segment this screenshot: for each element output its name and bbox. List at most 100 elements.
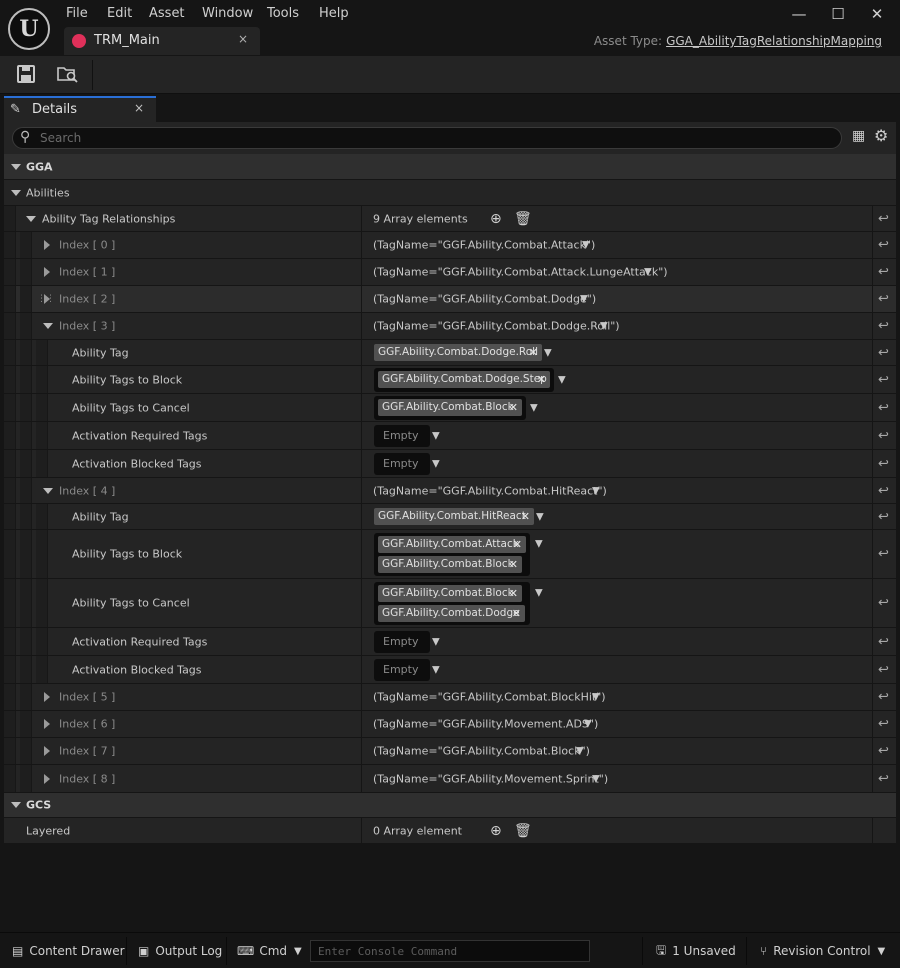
reset-icon[interactable]: ↩ (878, 744, 889, 759)
maximize-button[interactable]: ☐ (823, 4, 853, 24)
reset-icon[interactable]: ↩ (878, 717, 889, 732)
gameplay-tag-chip[interactable]: GGF.Ability.Combat.Dodge.Roll ✕ (374, 344, 542, 361)
expand-arrow-icon[interactable] (44, 692, 50, 702)
chevron-down-icon[interactable]: ▼ (535, 539, 543, 550)
expand-arrow-icon[interactable] (44, 294, 50, 304)
remove-tag-icon[interactable]: ✕ (509, 585, 518, 602)
expand-arrow-icon[interactable] (44, 240, 50, 250)
close-tab-icon[interactable]: × (238, 32, 248, 46)
close-window-button[interactable]: ✕ (862, 4, 892, 24)
reset-icon[interactable]: ↩ (878, 211, 889, 226)
gameplay-tag-chip[interactable]: GGF.Ability.Combat.Dodge ✕ (378, 605, 525, 622)
search-box[interactable]: ⚲ (12, 127, 842, 149)
chevron-down-icon[interactable]: ▼ (558, 374, 566, 385)
chevron-down-icon[interactable]: ▼ (584, 719, 592, 730)
tab-details[interactable]: ✎ Details × (4, 96, 156, 122)
gear-icon[interactable]: ⚙ (874, 126, 888, 145)
expand-arrow-icon[interactable] (11, 163, 21, 170)
menu-asset[interactable]: Asset (149, 6, 185, 21)
gameplay-tag-chip[interactable]: GGF.Ability.Combat.HitReact ✕ (374, 508, 534, 525)
chevron-down-icon[interactable]: ▼ (544, 347, 552, 358)
empty-tag-container[interactable]: Empty (374, 453, 430, 475)
reset-icon[interactable]: ↩ (878, 345, 889, 360)
content-drawer-button[interactable]: ▤ Content Drawer (12, 933, 125, 968)
chevron-down-icon[interactable]: ▼ (580, 294, 588, 305)
category-gga[interactable]: GGA (4, 154, 896, 180)
remove-tag-icon[interactable]: ✕ (537, 371, 546, 388)
menu-help[interactable]: Help (319, 6, 349, 21)
reset-icon[interactable]: ↩ (878, 662, 889, 677)
chevron-down-icon[interactable]: ▼ (600, 321, 608, 332)
menu-edit[interactable]: Edit (107, 6, 132, 21)
remove-tag-icon[interactable]: ✕ (509, 556, 518, 573)
add-element-icon[interactable]: ⊕ (490, 823, 502, 839)
document-tab[interactable]: TRM_Main × (64, 27, 260, 55)
expand-arrow-icon[interactable] (43, 323, 53, 329)
remove-tag-icon[interactable]: ✕ (512, 605, 521, 622)
gameplay-tag-chip[interactable]: GGF.Ability.Combat.Dodge.Step ✕ (378, 371, 550, 388)
trash-icon[interactable]: 🗑 (514, 823, 532, 839)
chevron-down-icon[interactable]: ▼ (530, 402, 538, 413)
chevron-down-icon[interactable]: ▼ (592, 773, 600, 784)
reset-icon[interactable]: ↩ (878, 596, 889, 611)
chevron-down-icon[interactable]: ▼ (432, 458, 440, 469)
empty-tag-container[interactable]: Empty (374, 631, 430, 653)
chevron-down-icon[interactable]: ▼ (535, 588, 543, 599)
chevron-down-icon[interactable]: ▼ (432, 664, 440, 675)
remove-tag-icon[interactable]: ✕ (529, 344, 538, 361)
chevron-down-icon[interactable]: ▼ (432, 636, 440, 647)
reset-icon[interactable]: ↩ (878, 319, 889, 334)
category-abilities[interactable]: Abilities (4, 180, 896, 206)
expand-arrow-icon[interactable] (44, 267, 50, 277)
chevron-down-icon[interactable]: ▼ (592, 692, 600, 703)
expand-arrow-icon[interactable] (44, 746, 50, 756)
chevron-down-icon[interactable]: ▼ (592, 485, 600, 496)
console-command-input[interactable] (310, 940, 590, 962)
save-icon[interactable] (16, 64, 38, 86)
unreal-logo-icon[interactable]: U (8, 8, 50, 50)
chevron-down-icon[interactable]: ▼ (432, 430, 440, 441)
unsaved-button[interactable]: 🖫 1 Unsaved (656, 933, 736, 968)
gameplay-tag-chip[interactable]: GGF.Ability.Combat.Block ✕ (378, 556, 522, 573)
asset-type-link[interactable]: GGA_AbilityTagRelationshipMapping (666, 34, 882, 48)
add-element-icon[interactable]: ⊕ (490, 211, 502, 227)
gameplay-tag-chip[interactable]: GGF.Ability.Combat.Block ✕ (378, 399, 522, 416)
reset-icon[interactable]: ↩ (878, 456, 889, 471)
expand-arrow-icon[interactable] (43, 487, 53, 494)
reset-icon[interactable]: ↩ (878, 238, 889, 253)
remove-tag-icon[interactable]: ✕ (521, 508, 530, 525)
reset-icon[interactable]: ↩ (878, 400, 889, 415)
reset-icon[interactable]: ↩ (878, 428, 889, 443)
revision-control-button[interactable]: ⑂ Revision Control ▼ (760, 933, 885, 968)
chevron-down-icon[interactable]: ▼ (576, 746, 584, 757)
reset-icon[interactable]: ↩ (878, 509, 889, 524)
reset-icon[interactable]: ↩ (878, 292, 889, 307)
gameplay-tag-chip[interactable]: GGF.Ability.Combat.Attack ✕ (378, 536, 526, 553)
expand-arrow-icon[interactable] (11, 802, 21, 808)
menu-file[interactable]: File (66, 6, 88, 21)
table-view-icon[interactable]: ▦ (852, 128, 865, 144)
remove-tag-icon[interactable]: ✕ (509, 399, 518, 416)
empty-tag-container[interactable]: Empty (374, 659, 430, 681)
search-input[interactable] (40, 130, 830, 146)
expand-arrow-icon[interactable] (44, 719, 50, 729)
trash-icon[interactable]: 🗑 (514, 211, 532, 227)
reset-icon[interactable]: ↩ (878, 690, 889, 705)
chevron-down-icon[interactable]: ▼ (644, 267, 652, 278)
reset-icon[interactable]: ↩ (878, 265, 889, 280)
cmd-dropdown[interactable]: ⌨ Cmd ▼ (237, 933, 302, 968)
category-gcs[interactable]: GCS (4, 793, 896, 818)
output-log-button[interactable]: ▣ Output Log (138, 933, 222, 968)
expand-arrow-icon[interactable] (26, 215, 36, 222)
menu-window[interactable]: Window (202, 6, 253, 21)
browse-icon[interactable] (57, 64, 79, 86)
expand-arrow-icon[interactable] (11, 189, 21, 196)
chevron-down-icon[interactable]: ▼ (582, 240, 590, 251)
close-tab-icon[interactable]: × (134, 101, 144, 115)
empty-tag-container[interactable]: Empty (374, 425, 430, 447)
menu-tools[interactable]: Tools (267, 6, 299, 21)
reset-icon[interactable]: ↩ (878, 547, 889, 562)
reset-icon[interactable]: ↩ (878, 634, 889, 649)
expand-arrow-icon[interactable] (44, 773, 50, 784)
gameplay-tag-chip[interactable]: GGF.Ability.Combat.Block ✕ (378, 585, 522, 602)
